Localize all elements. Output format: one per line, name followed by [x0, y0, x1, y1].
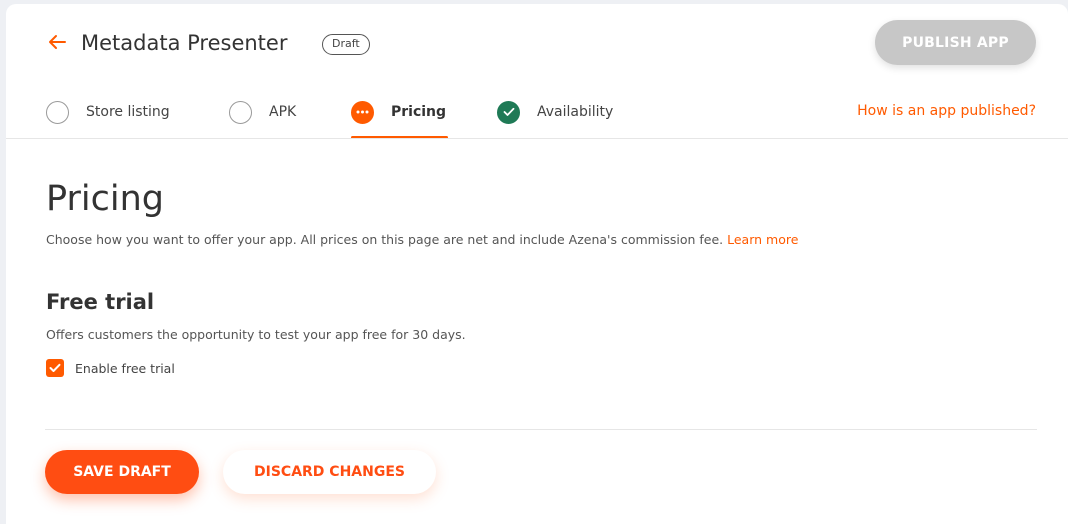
step-pricing[interactable]: Pricing: [351, 100, 446, 124]
save-draft-button[interactable]: SAVE DRAFT: [45, 450, 199, 494]
back-arrow-icon[interactable]: [46, 30, 68, 54]
step-label: APK: [269, 104, 297, 120]
enable-free-trial-checkbox[interactable]: [46, 359, 64, 377]
enable-free-trial-row[interactable]: Enable free trial: [46, 359, 175, 377]
check-circle-icon: [497, 100, 520, 124]
discard-changes-button[interactable]: DISCARD CHANGES: [223, 450, 436, 494]
step-label: Availability: [537, 104, 614, 120]
step-label: Store listing: [86, 104, 170, 120]
publish-app-button[interactable]: PUBLISH APP: [875, 20, 1036, 65]
step-apk[interactable]: APK: [229, 100, 296, 124]
free-trial-description: Offers customers the opportunity to test…: [46, 327, 466, 342]
learn-more-link[interactable]: Learn more: [727, 232, 798, 247]
step-availability[interactable]: Availability: [497, 100, 613, 124]
free-trial-title: Free trial: [46, 290, 155, 314]
main-card: Metadata Presenter Draft PUBLISH APP Sto…: [6, 4, 1068, 524]
app-title: Metadata Presenter: [81, 31, 288, 55]
checkmark-icon: [49, 363, 61, 372]
empty-circle-icon: [229, 100, 252, 124]
step-label: Pricing: [391, 104, 447, 120]
tabs-divider: [6, 138, 1068, 139]
draft-badge: Draft: [322, 34, 370, 55]
empty-circle-icon: [46, 100, 69, 124]
how-published-link[interactable]: How is an app published?: [857, 103, 1036, 119]
enable-free-trial-label: Enable free trial: [75, 360, 175, 376]
in-progress-dots-icon: [351, 100, 374, 124]
page-description: Choose how you want to offer your app. A…: [46, 232, 798, 247]
page-description-text: Choose how you want to offer your app. A…: [46, 232, 724, 247]
page-title: Pricing: [46, 179, 164, 219]
step-store-listing[interactable]: Store listing: [46, 100, 170, 124]
footer-divider: [45, 429, 1037, 430]
